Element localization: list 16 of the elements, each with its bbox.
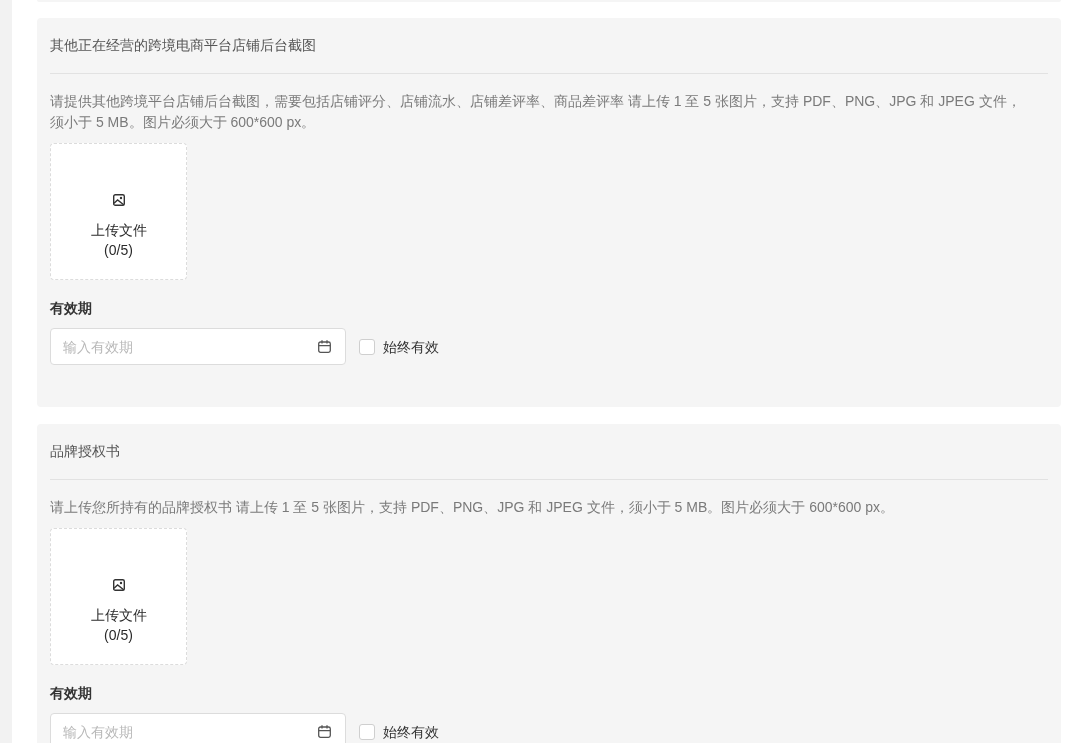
- field-label: 有效期: [50, 299, 92, 318]
- section-title: 品牌授权书: [50, 442, 120, 461]
- image-icon: [112, 194, 125, 206]
- calendar-icon: [318, 725, 331, 738]
- section-title: 其他正在经营的跨境电商平台店铺后台截图: [50, 36, 316, 55]
- checkbox-label[interactable]: 始终有效: [383, 721, 439, 742]
- upload-button[interactable]: 上传文件 (0/5): [50, 143, 187, 280]
- section-description: 请提供其他跨境平台店铺后台截图，需要包括店铺评分、店铺流水、店铺差评率、商品差评率 请上传 1 至 5 张图片，支持 PDF、PNG、JPG 和 JPEG 文件，须小于 5 MB。图片必须大于 600*600 px。: [50, 92, 1022, 132]
- section-description: 请上传您所持有的品牌授权书 请上传 1 至 5 张图片，支持 PDF、PNG、JPG 和 JPEG 文件，须小于 5 MB。图片必须大于 600*600 px。: [50, 498, 895, 517]
- upload-button[interactable]: 上传文件 (0/5): [50, 528, 187, 665]
- checkbox[interactable]: [359, 723, 375, 740]
- calendar-icon: [318, 340, 331, 353]
- field-label: 有效期: [50, 684, 92, 703]
- checkbox-label[interactable]: 始终有效: [383, 336, 439, 357]
- image-icon: [112, 579, 125, 591]
- checkbox[interactable]: [359, 338, 375, 355]
